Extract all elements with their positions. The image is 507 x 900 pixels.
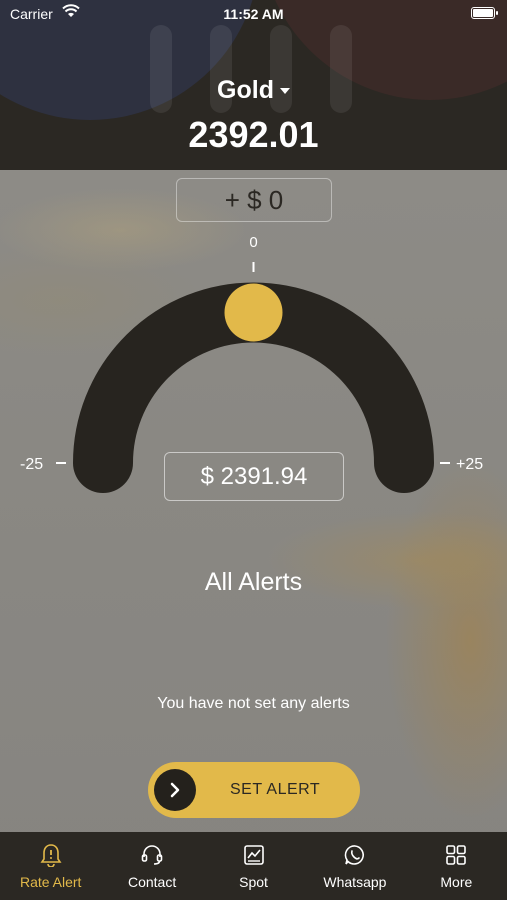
tab-bar: Rate Alert Contact Spot Whatsapp More: [0, 832, 507, 900]
set-alert-button[interactable]: SET ALERT: [148, 762, 360, 818]
tab-rate-alert[interactable]: Rate Alert: [0, 832, 101, 900]
tab-label: Whatsapp: [323, 874, 387, 890]
tab-label: More: [440, 874, 473, 890]
metal-name: Gold: [217, 76, 274, 104]
tab-more[interactable]: More: [406, 832, 507, 900]
grid-icon: [443, 842, 469, 868]
chevron-right-icon: [154, 769, 196, 811]
dropdown-caret-icon: [279, 88, 290, 95]
tab-label: Spot: [239, 874, 268, 890]
whatsapp-icon: [342, 842, 368, 868]
alerts-title: All Alerts: [204, 568, 303, 596]
tab-whatsapp[interactable]: Whatsapp: [304, 832, 405, 900]
set-alert-label: SET ALERT: [230, 781, 321, 798]
status-bar: Carrier 11:52 AM: [0, 0, 507, 28]
tab-label: Rate Alert: [19, 874, 82, 890]
live-price: 2392.01: [188, 114, 319, 155]
dial-knob[interactable]: [224, 283, 283, 342]
tab-label: Contact: [127, 874, 177, 890]
metal-selector[interactable]: Gold: [0, 76, 507, 105]
bell-icon: [38, 842, 64, 868]
headset-icon: [139, 842, 165, 868]
tab-contact[interactable]: Contact: [101, 832, 202, 900]
empty-alerts-message: You have not set any alerts: [157, 695, 350, 712]
offset-display: + $ 0: [176, 178, 332, 222]
dial-center-label: 0: [249, 234, 258, 251]
clock: 11:52 AM: [223, 6, 284, 22]
battery-icon: [471, 7, 498, 19]
dial-min-label: -25: [20, 456, 44, 473]
chart-icon: [241, 842, 267, 868]
dial-max-label: +25: [456, 456, 484, 473]
tab-spot[interactable]: Spot: [203, 832, 304, 900]
target-price-display: $ 2391.94: [164, 452, 344, 501]
